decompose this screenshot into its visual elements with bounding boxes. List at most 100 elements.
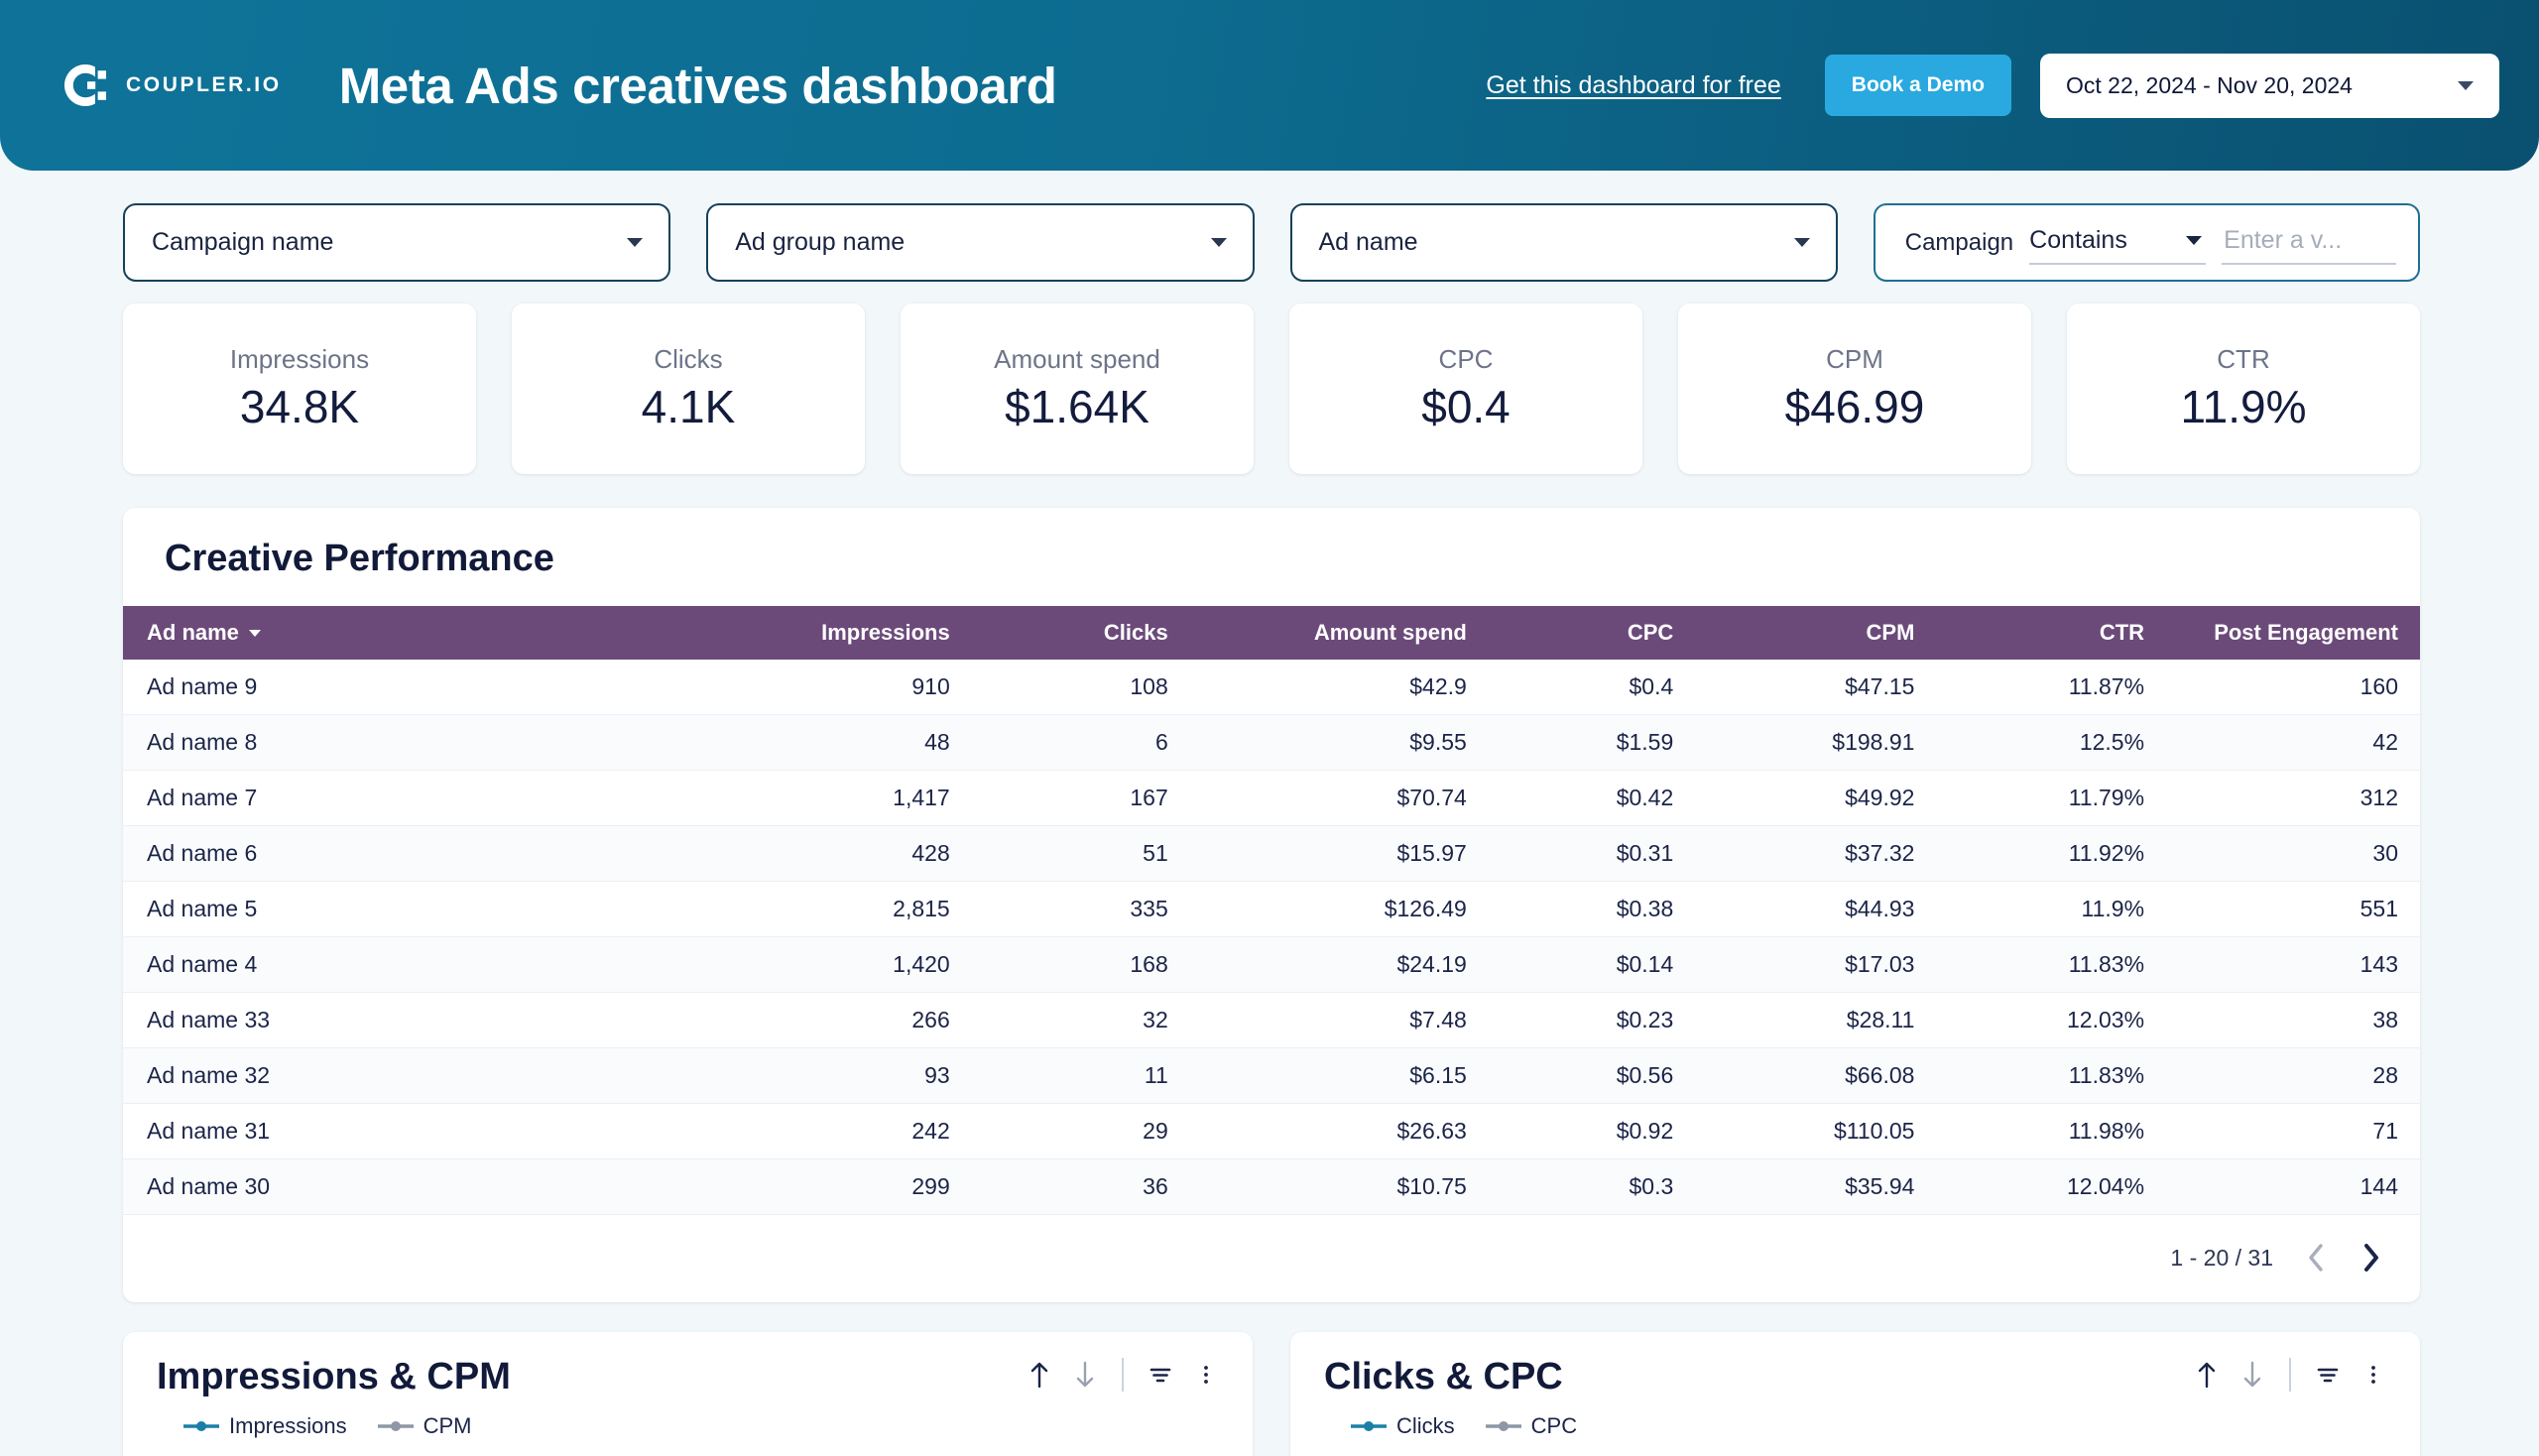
- chart-legend: Impressions CPM: [123, 1395, 1253, 1439]
- toolbar-divider: [1122, 1358, 1124, 1392]
- cell-cpm: $66.08: [1673, 1047, 1915, 1104]
- cell-cpc: $0.23: [1466, 992, 1674, 1048]
- charts-row: Impressions & CPM Impressions CPM Clicks…: [123, 1332, 2420, 1456]
- cell-amount-spend: $7.48: [1167, 992, 1467, 1048]
- cell-clicks: 51: [949, 825, 1168, 882]
- table-row[interactable]: Ad name 33 266 32 $7.48 $0.23 $28.11 12.…: [123, 992, 2420, 1048]
- cell-impressions: 93: [685, 1047, 950, 1104]
- chart-header: Impressions & CPM: [123, 1332, 1253, 1395]
- table-row[interactable]: Ad name 6 428 51 $15.97 $0.31 $37.32 11.…: [123, 825, 2420, 882]
- legend-marker-icon: [1485, 1421, 1521, 1431]
- table-row[interactable]: Ad name 8 48 6 $9.55 $1.59 $198.91 12.5%…: [123, 714, 2420, 771]
- cell-impressions: 242: [685, 1103, 950, 1159]
- cell-ad-name: Ad name 30: [123, 1158, 686, 1215]
- table-header-row: Ad name Impressions Clicks Amount spend …: [123, 606, 2420, 660]
- table-pagination: 1 - 20 / 31: [123, 1215, 2420, 1302]
- filter-icon[interactable]: [2315, 1360, 2341, 1390]
- get-dashboard-link[interactable]: Get this dashboard for free: [1486, 71, 1780, 100]
- cell-post-engagement: 42: [2144, 714, 2420, 771]
- kpi-value: 34.8K: [239, 381, 360, 432]
- column-header-ctr[interactable]: CTR: [1914, 606, 2145, 660]
- table-row[interactable]: Ad name 5 2,815 335 $126.49 $0.38 $44.93…: [123, 881, 2420, 937]
- pagination-range-label: 1 - 20 / 31: [2170, 1244, 2273, 1271]
- ad-group-name-select[interactable]: Ad group name: [706, 203, 1255, 282]
- app-header: COUPLER.IO Meta Ads creatives dashboard …: [0, 0, 2539, 171]
- kpi-label: CPC: [1438, 344, 1494, 374]
- column-header-impressions[interactable]: Impressions: [685, 606, 950, 660]
- sort-descending-icon: [248, 630, 261, 637]
- column-header-ad-name[interactable]: Ad name: [123, 606, 686, 660]
- legend-marker-icon: [377, 1421, 414, 1431]
- cell-ctr: 11.83%: [1914, 1047, 2145, 1104]
- cell-clicks: 108: [949, 660, 1168, 715]
- column-header-post-engagement[interactable]: Post Engagement: [2144, 606, 2420, 660]
- kpi-label: Impressions: [229, 344, 370, 374]
- cell-amount-spend: $9.55: [1167, 714, 1467, 771]
- advanced-filter-value-placeholder: Enter a v...: [2224, 226, 2343, 254]
- advanced-filter-value-input[interactable]: Enter a v...: [2222, 220, 2396, 265]
- filter-icon[interactable]: [1148, 1360, 1173, 1390]
- legend-item[interactable]: Clicks: [1350, 1413, 1455, 1439]
- sort-descending-icon[interactable]: [1072, 1360, 1098, 1390]
- toolbar-divider: [2289, 1358, 2291, 1392]
- kpi-card-cpc: CPC $0.4: [1289, 303, 1642, 474]
- more-options-icon[interactable]: [2360, 1360, 2386, 1390]
- cell-cpm: $110.05: [1673, 1103, 1915, 1159]
- ad-name-select[interactable]: Ad name: [1289, 203, 1838, 282]
- sort-ascending-icon[interactable]: [1027, 1360, 1052, 1390]
- table-row[interactable]: Ad name 4 1,420 168 $24.19 $0.14 $17.03 …: [123, 936, 2420, 993]
- kpi-card-clicks: Clicks 4.1K: [512, 303, 865, 474]
- cell-ad-name: Ad name 33: [123, 992, 686, 1048]
- panel-title: Creative Performance: [165, 538, 554, 579]
- table-row[interactable]: Ad name 30 299 36 $10.75 $0.3 $35.94 12.…: [123, 1158, 2420, 1215]
- pagination-prev-button[interactable]: [2303, 1241, 2329, 1274]
- brand-logo-text: COUPLER.IO: [126, 73, 282, 96]
- cell-ad-name: Ad name 4: [123, 936, 686, 993]
- cell-post-engagement: 71: [2144, 1103, 2420, 1159]
- impressions-cpm-chart-panel: Impressions & CPM Impressions CPM: [123, 1332, 1253, 1456]
- table-row[interactable]: Ad name 9 910 108 $42.9 $0.4 $47.15 11.8…: [123, 660, 2420, 715]
- sort-ascending-icon[interactable]: [2194, 1360, 2220, 1390]
- cell-ctr: 11.79%: [1914, 770, 2145, 826]
- more-options-icon[interactable]: [1193, 1360, 1219, 1390]
- cell-ctr: 11.83%: [1914, 936, 2145, 993]
- column-header-cpm[interactable]: CPM: [1673, 606, 1915, 660]
- legend-label: Impressions: [229, 1413, 347, 1438]
- table-row[interactable]: Ad name 31 242 29 $26.63 $0.92 $110.05 1…: [123, 1103, 2420, 1159]
- kpi-cards: Impressions 34.8K Clicks 4.1K Amount spe…: [0, 282, 2539, 474]
- column-header-clicks[interactable]: Clicks: [949, 606, 1168, 660]
- sort-descending-icon[interactable]: [2239, 1360, 2265, 1390]
- pagination-next-button[interactable]: [2358, 1241, 2384, 1274]
- cell-post-engagement: 28: [2144, 1047, 2420, 1104]
- cell-clicks: 167: [949, 770, 1168, 826]
- clicks-cpc-chart-panel: Clicks & CPC Clicks CPC: [1290, 1332, 2420, 1456]
- cell-ctr: 11.87%: [1914, 660, 2145, 715]
- book-demo-button[interactable]: Book a Demo: [1824, 55, 2011, 116]
- cell-impressions: 299: [685, 1158, 950, 1215]
- brand-logo[interactable]: COUPLER.IO: [61, 61, 282, 109]
- date-range-picker[interactable]: Oct 22, 2024 - Nov 20, 2024: [2040, 53, 2499, 118]
- cell-cpm: $17.03: [1673, 936, 1915, 993]
- cell-impressions: 1,417: [685, 770, 950, 826]
- column-header-cpc[interactable]: CPC: [1466, 606, 1674, 660]
- legend-label: CPM: [423, 1413, 472, 1438]
- legend-item[interactable]: CPM: [377, 1413, 472, 1439]
- creative-performance-panel: Creative Performance Ad name Impressions…: [123, 508, 2420, 1302]
- chevron-down-icon: [1210, 238, 1227, 247]
- column-header-label: Ad name: [147, 620, 239, 645]
- legend-item[interactable]: CPC: [1485, 1413, 1577, 1439]
- campaign-name-select[interactable]: Campaign name: [123, 203, 671, 282]
- cell-clicks: 32: [949, 992, 1168, 1048]
- table-row[interactable]: Ad name 32 93 11 $6.15 $0.56 $66.08 11.8…: [123, 1047, 2420, 1104]
- cell-clicks: 11: [949, 1047, 1168, 1104]
- campaign-advanced-filter: Campaign Contains Enter a v...: [1873, 203, 2420, 282]
- cell-amount-spend: $15.97: [1167, 825, 1467, 882]
- cell-post-engagement: 143: [2144, 936, 2420, 993]
- table-body: Ad name 9 910 108 $42.9 $0.4 $47.15 11.8…: [123, 660, 2420, 1215]
- kpi-card-impressions: Impressions 34.8K: [123, 303, 476, 474]
- column-header-amount-spend[interactable]: Amount spend: [1167, 606, 1467, 660]
- table-row[interactable]: Ad name 7 1,417 167 $70.74 $0.42 $49.92 …: [123, 770, 2420, 826]
- advanced-filter-operator-select[interactable]: Contains: [2029, 220, 2207, 265]
- legend-item[interactable]: Impressions: [182, 1413, 347, 1439]
- cell-ad-name: Ad name 5: [123, 881, 686, 937]
